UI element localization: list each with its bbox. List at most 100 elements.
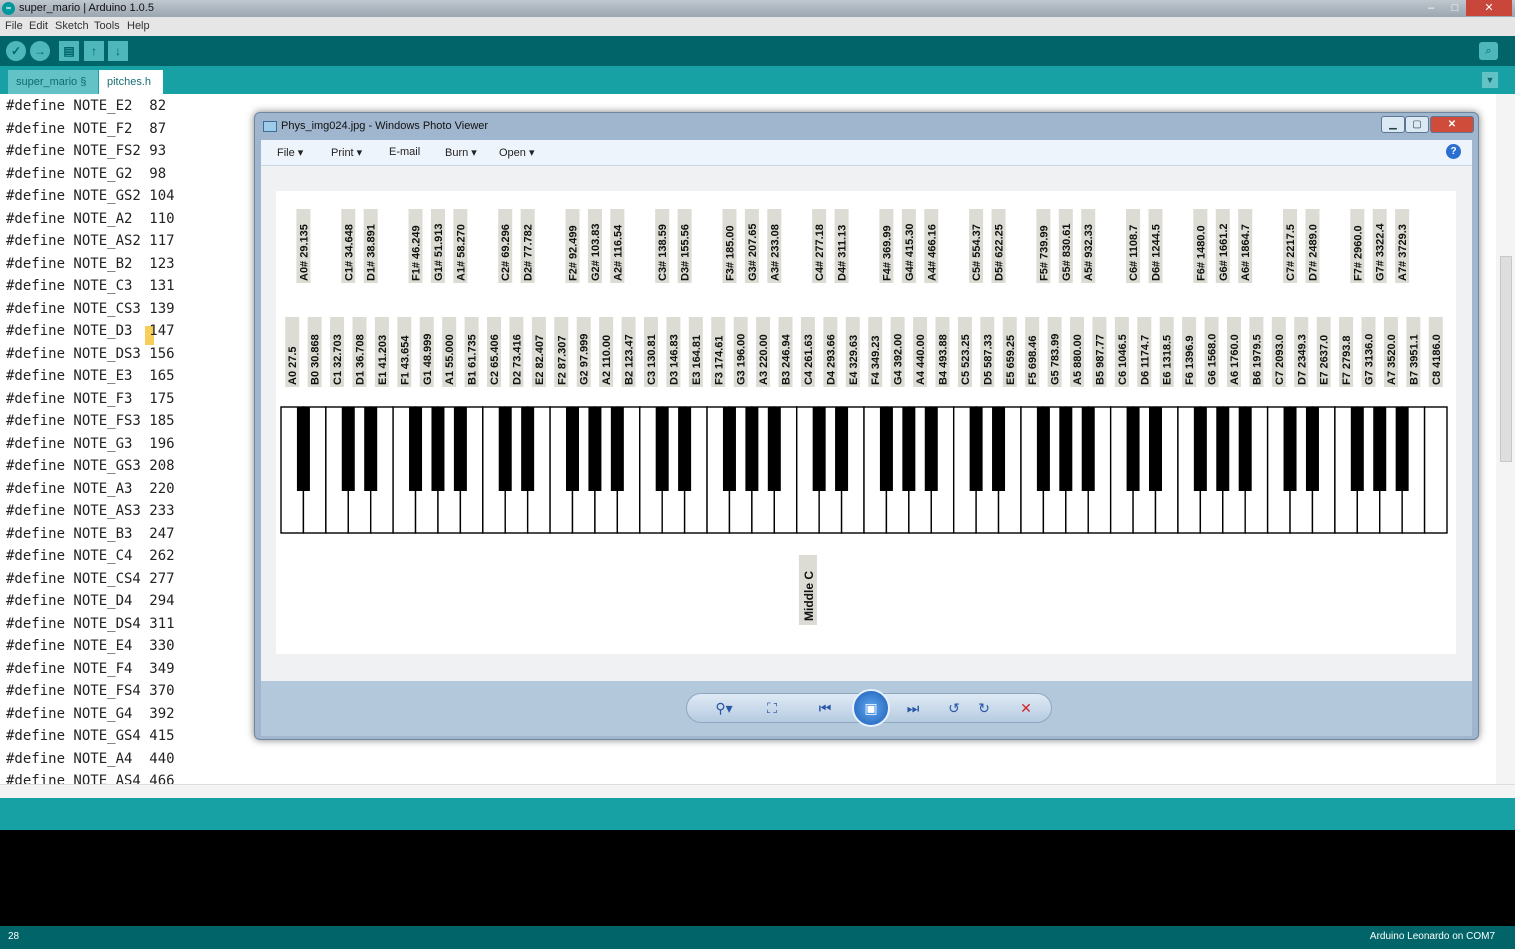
- viewer-menu-print[interactable]: Print ▾: [331, 146, 362, 159]
- code-line[interactable]: #define NOTE_B3 247: [6, 523, 175, 546]
- black-key-frequency-label: A3# 233.08: [769, 224, 781, 281]
- white-key-frequency-label: E3 164.81: [691, 335, 703, 385]
- maximize-button[interactable]: □: [1442, 0, 1468, 16]
- menu-help[interactable]: Help: [127, 20, 150, 32]
- code-line[interactable]: #define NOTE_GS2 104: [6, 185, 175, 208]
- code-line[interactable]: #define NOTE_E2 82: [6, 95, 175, 118]
- code-line[interactable]: #define NOTE_D3 147: [6, 320, 175, 343]
- white-key-frequency-label: D6 1174.7: [1139, 335, 1151, 385]
- code-line[interactable]: #define NOTE_F4 349: [6, 658, 175, 681]
- white-key-frequency-label: G3 196.00: [736, 334, 748, 385]
- code-line[interactable]: #define NOTE_CS4 277: [6, 568, 175, 591]
- code-line[interactable]: #define NOTE_AS2 117: [6, 230, 175, 253]
- black-key-frequency-label: A7# 3729.3: [1397, 224, 1409, 281]
- code-line[interactable]: #define NOTE_GS4 415: [6, 725, 175, 748]
- code-line[interactable]: #define NOTE_E4 330: [6, 635, 175, 658]
- code-line[interactable]: #define NOTE_FS3 185: [6, 410, 175, 433]
- code-line[interactable]: #define NOTE_E3 165: [6, 365, 175, 388]
- white-key-frequency-label: A6 1760.0: [1229, 334, 1241, 385]
- code-line[interactable]: #define NOTE_DS3 156: [6, 343, 175, 366]
- delete-icon[interactable]: ✕: [1013, 696, 1039, 720]
- viewer-menu-email[interactable]: E-mail: [389, 146, 420, 158]
- help-icon[interactable]: ?: [1446, 144, 1461, 159]
- code-line[interactable]: #define NOTE_AS4 466: [6, 770, 175, 784]
- viewer-minimize-button[interactable]: ▁: [1381, 116, 1405, 133]
- upload-icon[interactable]: →: [30, 41, 50, 61]
- black-key-frequency-label: C2# 69.296: [500, 224, 512, 281]
- white-key-frequency-label: B5 987.77: [1094, 334, 1106, 385]
- viewer-menu-burn[interactable]: Burn ▾: [445, 146, 477, 159]
- code-line[interactable]: #define NOTE_G4 392: [6, 703, 175, 726]
- black-key-frequency-label: D1# 38.891: [366, 224, 378, 281]
- tab-super-mario[interactable]: super_mario §: [8, 70, 98, 94]
- code-line[interactable]: #define NOTE_D4 294: [6, 590, 175, 613]
- black-key: [880, 407, 893, 491]
- white-key-frequency-label: C6 1046.5: [1117, 334, 1129, 385]
- minimize-button[interactable]: ‒: [1418, 0, 1444, 16]
- board-port-status: Arduino Leonardo on COM7: [1370, 931, 1495, 942]
- vertical-scrollbar-thumb[interactable]: [1500, 256, 1512, 462]
- zoom-icon[interactable]: ⚲▾: [707, 696, 741, 720]
- slideshow-icon[interactable]: ▣: [852, 689, 890, 727]
- white-key-frequency-label: D5 587.33: [982, 334, 994, 385]
- viewer-menu-open[interactable]: Open ▾: [499, 146, 535, 159]
- white-key-frequency-label: G6 1568.0: [1207, 334, 1219, 385]
- code-line[interactable]: #define NOTE_GS3 208: [6, 455, 175, 478]
- code-line[interactable]: #define NOTE_C4 262: [6, 545, 175, 568]
- code-line[interactable]: #define NOTE_AS3 233: [6, 500, 175, 523]
- code-line[interactable]: #define NOTE_B2 123: [6, 253, 175, 276]
- black-key-frequency-label: A1# 58.270: [455, 224, 467, 281]
- black-key-frequency-label: C6# 1108.7: [1128, 225, 1140, 281]
- code-line[interactable]: #define NOTE_FS4 370: [6, 680, 175, 703]
- code-line[interactable]: #define NOTE_A4 440: [6, 748, 175, 771]
- black-key-frequency-label: D5# 622.25: [994, 224, 1006, 281]
- save-sketch-icon[interactable]: ↓: [108, 41, 128, 61]
- rotate-counterclockwise-icon[interactable]: ↺: [941, 696, 967, 720]
- white-key-frequency-label: E6 1318.5: [1162, 335, 1174, 385]
- menu-tools[interactable]: Tools: [94, 20, 120, 32]
- black-key-frequency-label: G2# 103.83: [590, 224, 602, 282]
- viewer-close-button[interactable]: ✕: [1430, 116, 1474, 133]
- black-key-frequency-label: G7# 3322.4: [1375, 223, 1387, 281]
- code-line[interactable]: #define NOTE_F2 87: [6, 118, 175, 141]
- toolbar: ✓ → ▤ ↑ ↓ ⌕: [0, 36, 1515, 66]
- white-key-frequency-label: E7 2637.0: [1319, 335, 1331, 385]
- black-key: [925, 407, 938, 491]
- verify-icon[interactable]: ✓: [6, 41, 26, 61]
- new-sketch-icon[interactable]: ▤: [59, 41, 79, 61]
- open-sketch-icon[interactable]: ↑: [84, 41, 104, 61]
- black-key: [1194, 407, 1207, 491]
- next-icon[interactable]: ⏭: [893, 696, 933, 720]
- horizontal-scrollbar[interactable]: [0, 784, 1515, 798]
- code-line[interactable]: #define NOTE_A2 110: [6, 208, 175, 231]
- tab-pitches-h[interactable]: pitches.h: [99, 70, 163, 94]
- code-line[interactable]: #define NOTE_G2 98: [6, 163, 175, 186]
- white-key-frequency-label: A1 55.000: [444, 334, 456, 385]
- viewer-maximize-button[interactable]: ▢: [1405, 116, 1429, 133]
- viewer-menu-file[interactable]: File ▾: [277, 146, 303, 159]
- code-line[interactable]: #define NOTE_C3 131: [6, 275, 175, 298]
- serial-monitor-icon[interactable]: ⌕: [1479, 42, 1498, 60]
- black-key: [1127, 407, 1140, 491]
- code-line[interactable]: #define NOTE_DS4 311: [6, 613, 175, 636]
- console-message-area: [0, 798, 1515, 830]
- black-key: [1082, 407, 1095, 491]
- rotate-clockwise-icon[interactable]: ↻: [971, 696, 997, 720]
- previous-icon[interactable]: ⏮: [805, 696, 845, 720]
- menu-file[interactable]: File: [5, 20, 23, 32]
- code-line[interactable]: #define NOTE_G3 196: [6, 433, 175, 456]
- code-line[interactable]: #define NOTE_FS2 93: [6, 140, 175, 163]
- code-line[interactable]: #define NOTE_A3 220: [6, 478, 175, 501]
- code-line[interactable]: #define NOTE_F3 175: [6, 388, 175, 411]
- fit-window-icon[interactable]: ⛶: [759, 696, 785, 720]
- close-button[interactable]: ✕: [1466, 0, 1512, 16]
- tab-menu-icon[interactable]: ▼: [1482, 72, 1498, 88]
- viewer-control-bar: ⚲▾ ⛶ ⏮ ▣ ⏭ ↺ ↻ ✕: [261, 681, 1472, 736]
- white-key-frequency-label: F5 698.46: [1027, 335, 1039, 385]
- menu-edit[interactable]: Edit: [29, 20, 48, 32]
- black-key-frequency-label: D6# 1244.5: [1151, 224, 1163, 281]
- black-key-frequency-label: A0# 29.135: [298, 224, 310, 281]
- menu-sketch[interactable]: Sketch: [55, 20, 89, 32]
- black-key: [611, 407, 624, 491]
- code-line[interactable]: #define NOTE_CS3 139: [6, 298, 175, 321]
